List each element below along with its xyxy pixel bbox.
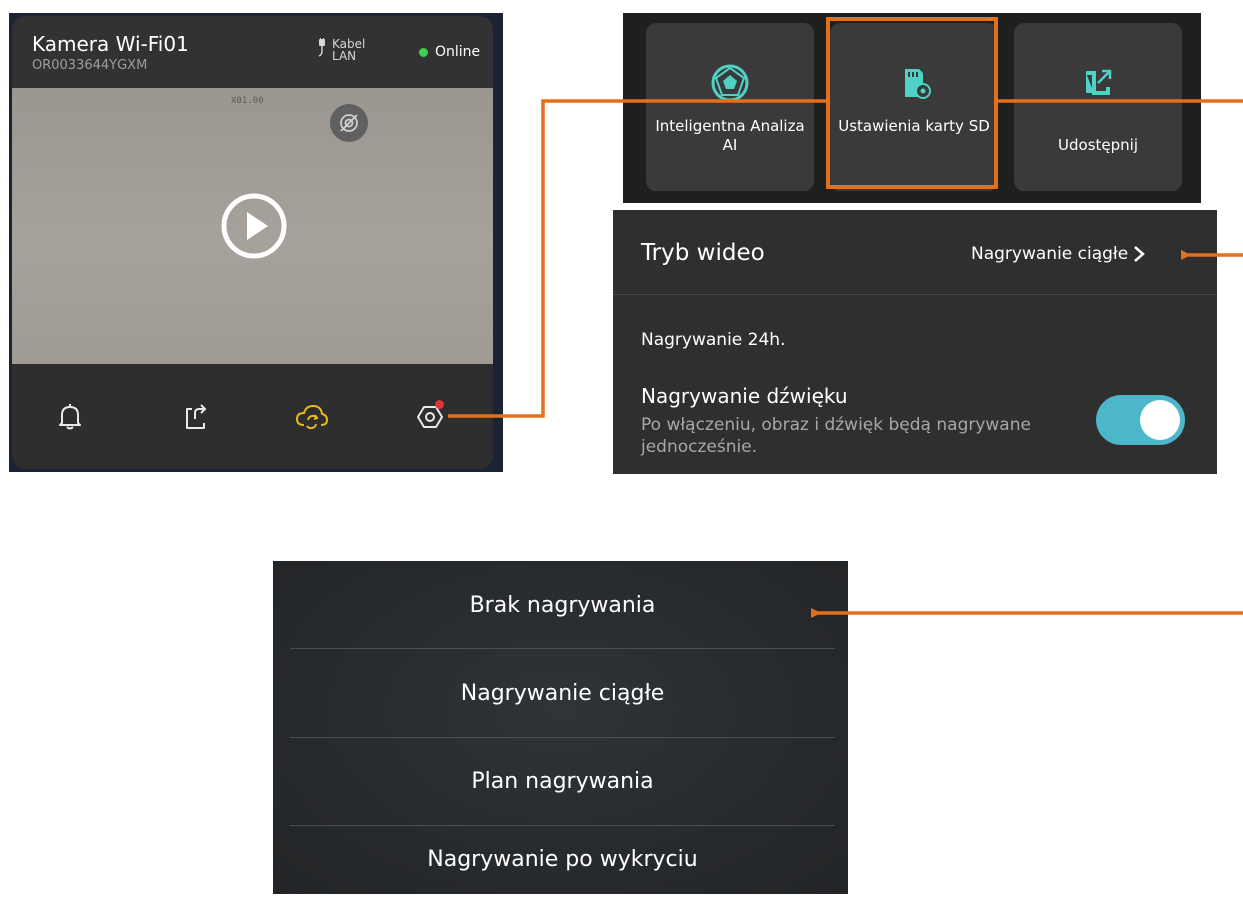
divider [613, 294, 1217, 295]
zoom-level: X01.00 [231, 96, 264, 106]
sound-recording-title: Nagrywanie dźwięku [641, 384, 848, 408]
alarm-button[interactable] [50, 397, 90, 437]
camera-toolbar [12, 364, 493, 469]
feature-tiles-panel: Inteligentna Analiza AI Ustawienia karty… [623, 13, 1201, 203]
tile-share[interactable]: Udostępnij [1014, 23, 1182, 191]
cloud-playback-icon [295, 404, 329, 430]
tile-ai-analysis[interactable]: Inteligentna Analiza AI [646, 23, 814, 191]
recording-mode-options: Brak nagrywania Nagrywanie ciągłe Plan n… [273, 561, 848, 894]
online-status: Online [419, 44, 480, 60]
option-recording-schedule[interactable]: Plan nagrywania [290, 737, 835, 825]
camera-serial: OR0033644YGXM [32, 58, 148, 73]
share-icon [186, 404, 207, 429]
video-mode-title: Tryb wideo [641, 240, 765, 266]
tile-sd-card-settings-label: Ustawienia karty SD [838, 117, 990, 135]
notification-dot [435, 400, 444, 409]
tile-share-label: Udostępnij [1058, 136, 1138, 154]
recording-info: Nagrywanie 24h. [641, 330, 786, 350]
cloud-playback-button[interactable] [292, 397, 332, 437]
video-mode-selector[interactable]: Nagrywanie ciągłe [971, 244, 1146, 264]
option-no-recording[interactable]: Brak nagrywania [290, 561, 835, 649]
option-motion-recording[interactable]: Nagrywanie po wykryciu [290, 825, 835, 894]
sd-card-settings-icon [905, 69, 931, 99]
option-continuous-recording[interactable]: Nagrywanie ciągłe [290, 649, 835, 737]
recording-settings-panel: Tryb wideo Nagrywanie ciągłe Nagrywanie … [613, 210, 1217, 474]
tile-ai-analysis-label: Inteligentna Analiza AI [655, 117, 805, 154]
bell-icon [59, 404, 81, 430]
tile-sd-card-settings[interactable]: Ustawienia karty SD [830, 23, 998, 191]
ai-analysis-icon [711, 64, 749, 102]
camera-card[interactable]: Kamera Wi-Fi01 OR0033644YGXM Kabel LAN O… [12, 16, 493, 469]
share-button[interactable] [176, 397, 216, 437]
camera-off-icon [340, 114, 358, 132]
connection-label: Kabel LAN [332, 37, 366, 63]
toggle-knob [1140, 400, 1180, 440]
connection-type: Kabel LAN [317, 37, 366, 63]
camera-name: Kamera Wi-Fi01 [32, 32, 189, 56]
share-icon [1086, 69, 1112, 95]
play-icon [221, 193, 287, 259]
privacy-mode-button[interactable] [330, 104, 368, 142]
play-button[interactable] [220, 192, 288, 260]
chevron-right-icon [1134, 246, 1146, 262]
sound-recording-description: Po włączeniu, obraz i dźwięk będą nagryw… [641, 415, 1031, 457]
status-dot-icon [419, 47, 428, 57]
status-text: Online [435, 44, 481, 60]
ethernet-plug-icon [317, 38, 327, 62]
live-video-preview[interactable]: X01.00 [12, 88, 493, 364]
camera-settings-button[interactable] [410, 397, 450, 437]
sound-recording-toggle[interactable] [1096, 395, 1185, 445]
video-mode-value: Nagrywanie ciągłe [971, 244, 1129, 264]
